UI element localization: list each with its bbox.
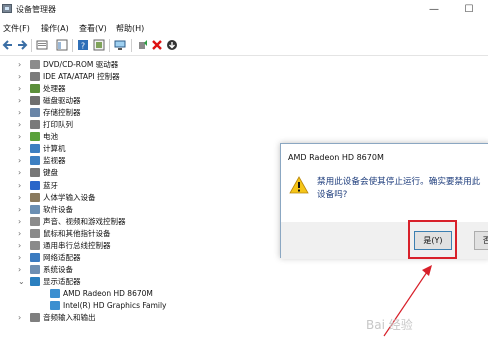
annotation-arrow (383, 265, 432, 337)
watermark: Bai 经验 (366, 318, 413, 332)
